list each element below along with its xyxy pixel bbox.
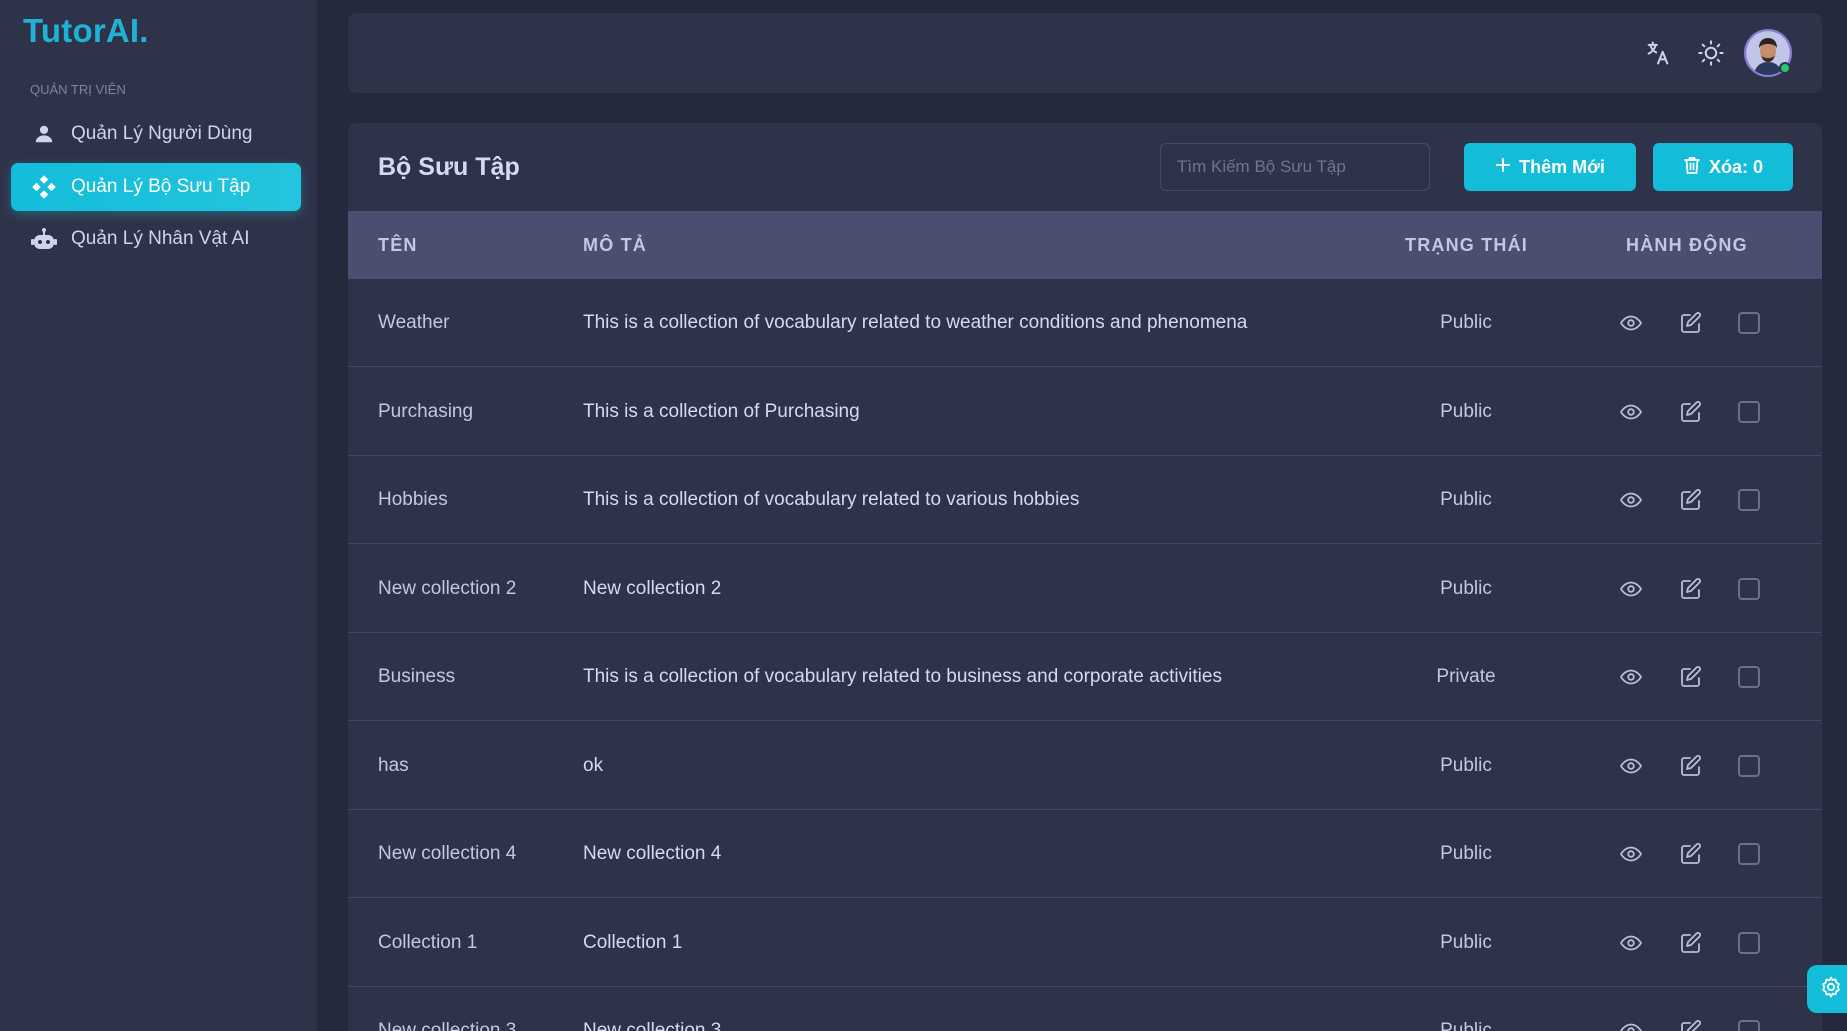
collection-description: This is a collection of vocabulary relat… bbox=[583, 312, 1248, 333]
eye-icon[interactable] bbox=[1616, 839, 1646, 869]
collection-name: Purchasing bbox=[378, 400, 474, 422]
edit-icon[interactable] bbox=[1676, 485, 1706, 515]
column-header-status[interactable]: TRẠNG THÁI bbox=[1405, 235, 1528, 256]
sidebar-item-ai-characters[interactable]: Quản Lý Nhân Vật AI bbox=[11, 215, 301, 263]
eye-icon[interactable] bbox=[1616, 308, 1646, 338]
eye-icon[interactable] bbox=[1616, 662, 1646, 692]
table-row: New collection 2 New collection 2 Public bbox=[348, 545, 1822, 633]
delete-label: Xóa: 0 bbox=[1708, 156, 1764, 177]
collection-name: New collection 2 bbox=[378, 577, 517, 599]
collection-description: This is a collection of Purchasing bbox=[583, 400, 860, 422]
table-row: New collection 4 New collection 4 Public bbox=[348, 810, 1822, 898]
app-logo[interactable]: TutorAI. bbox=[23, 12, 149, 50]
eye-icon[interactable] bbox=[1616, 397, 1646, 427]
eye-icon[interactable] bbox=[1616, 751, 1646, 781]
edit-icon[interactable] bbox=[1676, 397, 1706, 427]
online-status-dot bbox=[1779, 62, 1791, 74]
eye-icon[interactable] bbox=[1616, 574, 1646, 604]
topbar bbox=[348, 13, 1822, 93]
column-header-description[interactable]: MÔ TẢ bbox=[583, 235, 647, 256]
collections-card: Bộ Sưu Tập Thêm Mới Xóa: 0 TÊN MÔ TẢ TRẠ… bbox=[348, 123, 1822, 1031]
edit-icon[interactable] bbox=[1676, 574, 1706, 604]
status-badge: Public bbox=[1440, 754, 1492, 776]
robot-icon bbox=[31, 226, 57, 252]
sidebar: TutorAI. QUẢN TRỊ VIÊN Quản Lý Người Dùn… bbox=[0, 0, 317, 1031]
column-header-actions: HÀNH ĐỘNG bbox=[1626, 234, 1748, 255]
sidebar-item-collections[interactable]: Quản Lý Bộ Sưu Tập bbox=[11, 163, 301, 211]
sidebar-item-users[interactable]: Quản Lý Người Dùng bbox=[11, 110, 301, 158]
trash-icon bbox=[1683, 155, 1701, 180]
page-title: Bộ Sưu Tập bbox=[378, 153, 520, 181]
collection-name: New collection 3 bbox=[378, 1020, 517, 1031]
collection-icon bbox=[31, 174, 57, 200]
row-checkbox[interactable] bbox=[1734, 751, 1764, 781]
row-checkbox[interactable] bbox=[1734, 662, 1764, 692]
sidebar-item-label: Quản Lý Bộ Sưu Tập bbox=[71, 176, 251, 197]
table-row: New collection 3 New collection 3 Public bbox=[348, 987, 1822, 1031]
eye-icon[interactable] bbox=[1616, 928, 1646, 958]
table-row: Business This is a collection of vocabula… bbox=[348, 633, 1822, 721]
status-badge: Public bbox=[1440, 489, 1492, 510]
avatar[interactable] bbox=[1744, 29, 1792, 77]
row-checkbox[interactable] bbox=[1734, 928, 1764, 958]
row-checkbox[interactable] bbox=[1734, 308, 1764, 338]
sidebar-item-label: Quản Lý Nhân Vật AI bbox=[71, 228, 250, 249]
translate-icon[interactable] bbox=[1640, 35, 1676, 71]
row-checkbox[interactable] bbox=[1734, 397, 1764, 427]
collection-name: Weather bbox=[378, 312, 450, 333]
table-row: Collection 1 Collection 1 Public bbox=[348, 899, 1822, 987]
delete-button[interactable]: Xóa: 0 bbox=[1653, 143, 1793, 191]
column-header-name[interactable]: TÊN bbox=[378, 235, 418, 256]
status-badge: Public bbox=[1440, 577, 1492, 599]
table-row: has ok Public bbox=[348, 722, 1822, 810]
edit-icon[interactable] bbox=[1676, 751, 1706, 781]
add-new-button[interactable]: Thêm Mới bbox=[1464, 143, 1636, 191]
collection-description: Collection 1 bbox=[583, 931, 683, 953]
status-badge: Private bbox=[1436, 666, 1496, 687]
edit-icon[interactable] bbox=[1676, 662, 1706, 692]
row-checkbox[interactable] bbox=[1734, 574, 1764, 604]
search-input[interactable] bbox=[1160, 143, 1430, 191]
settings-button[interactable] bbox=[1807, 965, 1847, 1013]
collection-description: New collection 3 bbox=[583, 1020, 722, 1031]
plus-icon bbox=[1495, 157, 1511, 178]
edit-icon[interactable] bbox=[1676, 1016, 1706, 1031]
table-row: Weather This is a collection of vocabular… bbox=[348, 279, 1822, 367]
row-checkbox[interactable] bbox=[1734, 485, 1764, 515]
collection-description: ok bbox=[583, 754, 604, 776]
gear-icon bbox=[1819, 975, 1843, 1004]
status-badge: Public bbox=[1440, 1020, 1492, 1031]
collection-name: Collection 1 bbox=[378, 931, 478, 953]
add-new-label: Thêm Mới bbox=[1519, 156, 1605, 177]
sidebar-item-label: Quản Lý Người Dùng bbox=[71, 123, 253, 144]
table-row: Purchasing This is a collection of Purcha… bbox=[348, 368, 1822, 456]
user-icon bbox=[31, 121, 57, 147]
collection-description: New collection 4 bbox=[583, 843, 722, 864]
collection-name: Business bbox=[378, 666, 456, 687]
status-badge: Public bbox=[1440, 312, 1492, 333]
collection-name: has bbox=[378, 754, 409, 776]
row-checkbox[interactable] bbox=[1734, 839, 1764, 869]
eye-icon[interactable] bbox=[1616, 1016, 1646, 1031]
collection-description: This is a collection of vocabulary relat… bbox=[583, 666, 1222, 687]
status-badge: Public bbox=[1440, 400, 1492, 422]
status-badge: Public bbox=[1440, 931, 1492, 953]
table-row: Hobbies This is a collection of vocabular… bbox=[348, 456, 1822, 544]
sun-icon[interactable] bbox=[1693, 35, 1729, 71]
edit-icon[interactable] bbox=[1676, 928, 1706, 958]
status-badge: Public bbox=[1440, 843, 1492, 864]
collection-description: New collection 2 bbox=[583, 577, 722, 599]
row-checkbox[interactable] bbox=[1734, 1016, 1764, 1031]
edit-icon[interactable] bbox=[1676, 839, 1706, 869]
edit-icon[interactable] bbox=[1676, 308, 1706, 338]
collection-name: New collection 4 bbox=[378, 843, 517, 864]
sidebar-section-label: QUẢN TRỊ VIÊN bbox=[30, 82, 126, 97]
eye-icon[interactable] bbox=[1616, 485, 1646, 515]
collection-description: This is a collection of vocabulary relat… bbox=[583, 489, 1080, 510]
table-header: TÊN MÔ TẢ TRẠNG THÁI HÀNH ĐỘNG bbox=[348, 211, 1822, 279]
collection-name: Hobbies bbox=[378, 489, 448, 510]
